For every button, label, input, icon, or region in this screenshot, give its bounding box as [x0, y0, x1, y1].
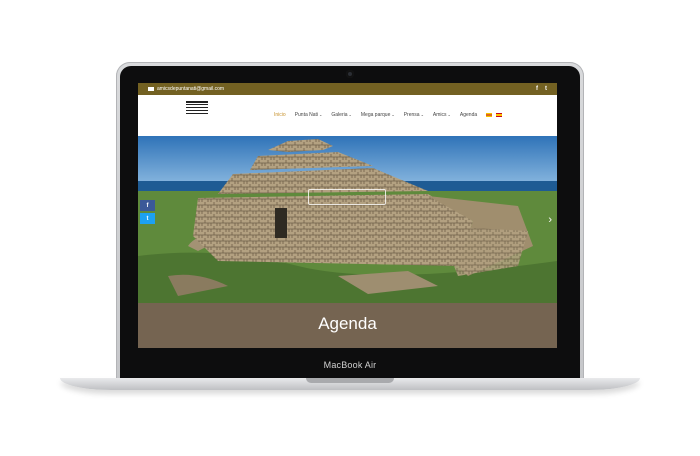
facebook-icon: f: [146, 202, 149, 209]
menu-item-amics[interactable]: Amics⌄: [433, 112, 451, 118]
twitter-share-button[interactable]: t: [140, 213, 155, 224]
mail-icon: [148, 87, 154, 91]
share-sidebar: f t: [140, 200, 155, 224]
chevron-down-icon: ⌄: [447, 112, 451, 117]
facebook-icon[interactable]: f: [536, 86, 538, 92]
site-logo[interactable]: [186, 101, 208, 125]
menu-item-agenda[interactable]: Agenda: [460, 112, 477, 118]
hero-cta-button[interactable]: [308, 189, 386, 205]
browser-viewport: amicsdepuntanati@gmail.com f t Inicio Pu…: [138, 83, 557, 348]
menu-item-inicio[interactable]: Inicio: [274, 112, 286, 118]
menu-item-punta-nati[interactable]: Punta Nati⌄: [295, 112, 323, 118]
email-text[interactable]: amicsdepuntanati@gmail.com: [157, 86, 224, 92]
chevron-down-icon: ⌄: [391, 112, 395, 117]
top-info-bar: amicsdepuntanati@gmail.com f t: [138, 83, 557, 95]
slider-next-icon[interactable]: ›: [548, 214, 552, 226]
chevron-down-icon: ⌄: [420, 112, 424, 117]
spanish-flag-icon[interactable]: [496, 113, 503, 117]
main-menu: Inicio Punta Nati⌄ Galeria⌄ Mega parque⌄…: [274, 112, 503, 118]
hero-image-talayot: [138, 136, 557, 303]
chevron-down-icon: ⌄: [319, 112, 323, 117]
device-brand-label: MacBook Air: [323, 360, 377, 370]
email-contact[interactable]: amicsdepuntanati@gmail.com: [148, 86, 224, 92]
social-links: f t: [536, 86, 547, 92]
main-navbar: Inicio Punta Nati⌄ Galeria⌄ Mega parque⌄…: [138, 95, 557, 136]
menu-item-prensa[interactable]: Prensa⌄: [404, 112, 424, 118]
agenda-title-band: Agenda: [138, 303, 557, 348]
twitter-icon[interactable]: t: [545, 86, 547, 92]
laptop-notch: [306, 378, 394, 383]
menu-item-galeria[interactable]: Galeria⌄: [331, 112, 351, 118]
facebook-share-button[interactable]: f: [140, 200, 155, 211]
hero-slider: f t ›: [138, 136, 557, 303]
catalan-flag-icon[interactable]: [486, 113, 493, 117]
menu-item-mega-parque[interactable]: Mega parque⌄: [361, 112, 395, 118]
logo-mark: [186, 101, 208, 115]
twitter-icon: t: [146, 215, 149, 222]
chevron-down-icon: ⌄: [348, 112, 352, 117]
camera-icon: [346, 70, 354, 78]
page-title: Agenda: [318, 314, 377, 333]
